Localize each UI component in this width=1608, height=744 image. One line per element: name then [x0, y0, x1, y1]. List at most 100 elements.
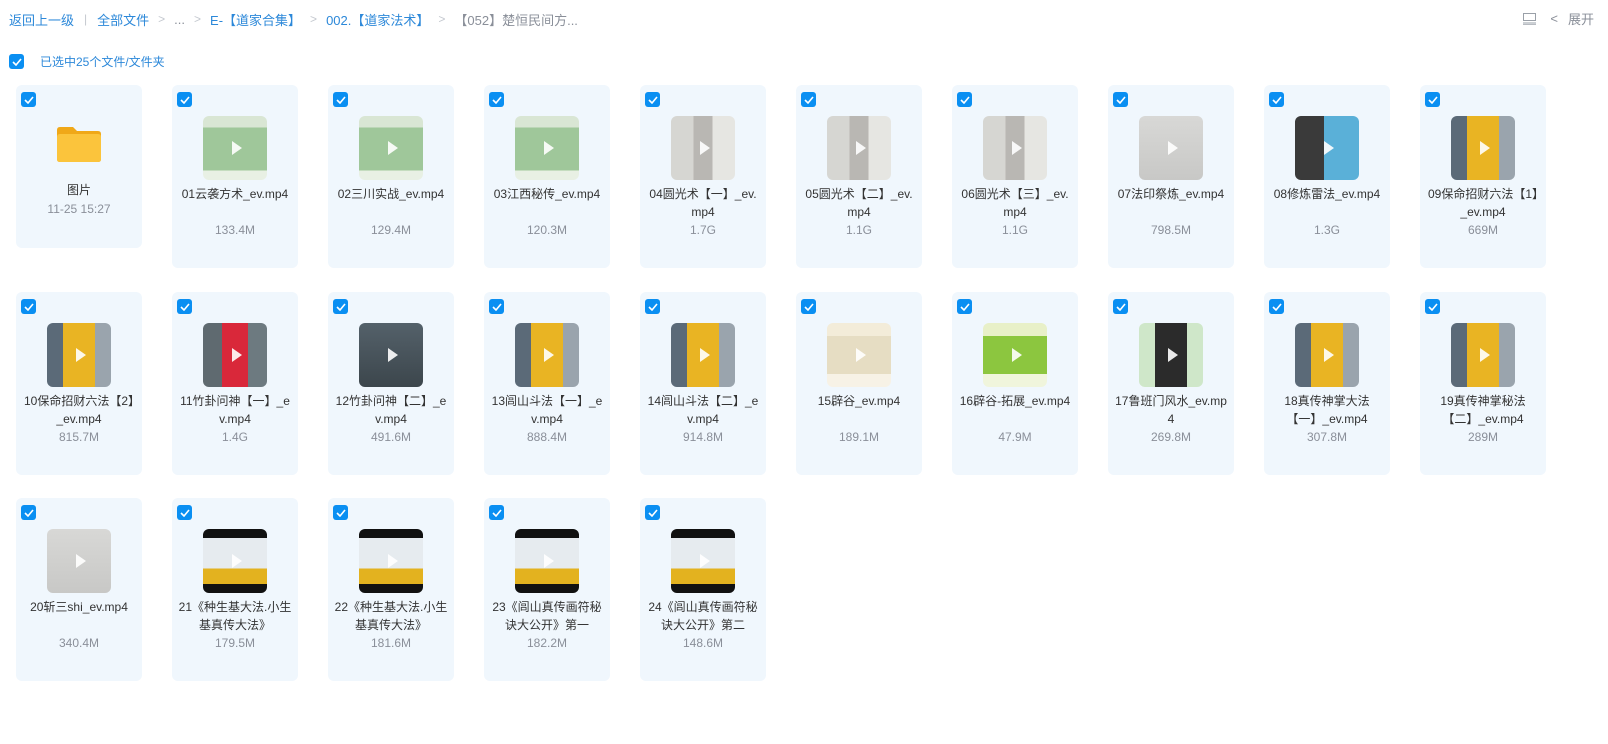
chevron-left-icon[interactable]: <	[1550, 11, 1558, 26]
file-size: 181.6M	[370, 636, 412, 650]
item-checkbox[interactable]	[177, 92, 192, 107]
file-item[interactable]: 22《种生基大法.小生基真传大法》 181.6M	[328, 498, 454, 681]
video-thumbnail	[827, 323, 891, 387]
file-size: 129.4M	[370, 223, 412, 237]
play-icon	[700, 348, 710, 362]
file-item[interactable]: 18真传神掌大法【一】_ev.mp4 307.8M	[1264, 292, 1390, 475]
file-item[interactable]: 09保命招财六法【1】_ev.mp4 669M	[1420, 85, 1546, 268]
item-checkbox[interactable]	[1113, 299, 1128, 314]
file-item[interactable]: 15辟谷_ev.mp4 189.1M	[796, 292, 922, 475]
file-item[interactable]: 24《闾山真传画符秘诀大公开》第二 148.6M	[640, 498, 766, 681]
item-checkbox[interactable]	[1269, 299, 1284, 314]
file-item[interactable]: 08修炼雷法_ev.mp4 1.3G	[1264, 85, 1390, 268]
item-checkbox[interactable]	[21, 299, 36, 314]
file-size: 340.4M	[58, 636, 100, 650]
file-size: 179.5M	[214, 636, 256, 650]
item-checkbox[interactable]	[333, 505, 348, 520]
file-item[interactable]: 03江西秘传_ev.mp4 120.3M	[484, 85, 610, 268]
item-checkbox[interactable]	[21, 505, 36, 520]
file-name: 03江西秘传_ev.mp4	[493, 187, 601, 201]
item-checkbox[interactable]	[801, 92, 816, 107]
file-item[interactable]: 14闾山斗法【二】_ev.mp4 914.8M	[640, 292, 766, 475]
file-name: 图片	[66, 183, 91, 197]
file-name: 10保命招财六法【2】_ev.mp4	[23, 394, 135, 426]
file-item[interactable]: 04圆光术【一】_ev.mp4 1.7G	[640, 85, 766, 268]
play-icon	[1480, 348, 1490, 362]
video-thumbnail	[47, 323, 111, 387]
file-item[interactable]: 19真传神掌秘法【二】_ev.mp4 289M	[1420, 292, 1546, 475]
file-item[interactable]: 12竹卦问神【二】_ev.mp4 491.6M	[328, 292, 454, 475]
back-link[interactable]: 返回上一级	[9, 10, 74, 29]
play-icon	[1012, 141, 1022, 155]
expand-button[interactable]: 展开	[1568, 9, 1594, 28]
item-checkbox[interactable]	[489, 505, 504, 520]
breadcrumb-separator: >	[310, 12, 318, 26]
item-checkbox[interactable]	[1113, 92, 1128, 107]
breadcrumb: 返回上一级 | 全部文件 > ... > E-【道家合集】 > 002.【道家法…	[9, 10, 578, 28]
file-item[interactable]: 06圆光术【三】_ev.mp4 1.1G	[952, 85, 1078, 268]
file-name: 18真传神掌大法【一】_ev.mp4	[1284, 394, 1370, 426]
item-checkbox[interactable]	[333, 299, 348, 314]
item-checkbox[interactable]	[645, 92, 660, 107]
item-checkbox[interactable]	[957, 299, 972, 314]
file-size: 1.4G	[221, 430, 248, 444]
play-icon	[388, 141, 398, 155]
breadcrumb-level1[interactable]: E-【道家合集】	[210, 10, 301, 29]
file-item[interactable]: 21《种生基大法.小生基真传大法》 179.5M	[172, 498, 298, 681]
file-item[interactable]: 20斩三shi_ev.mp4 340.4M	[16, 498, 142, 681]
item-checkbox[interactable]	[645, 505, 660, 520]
item-checkbox[interactable]	[1269, 92, 1284, 107]
video-thumbnail	[1139, 323, 1203, 387]
video-thumbnail	[671, 323, 735, 387]
item-checkbox[interactable]	[1425, 92, 1440, 107]
file-name: 07法印祭炼_ev.mp4	[1117, 187, 1225, 201]
item-checkbox[interactable]	[177, 299, 192, 314]
video-thumbnail	[1451, 323, 1515, 387]
item-checkbox[interactable]	[645, 299, 660, 314]
file-name: 23《闾山真传画符秘诀大公开》第一	[492, 600, 602, 632]
file-size: 1.1G	[1001, 223, 1028, 237]
file-name: 22《种生基大法.小生基真传大法》	[334, 600, 448, 632]
file-item[interactable]: 13闾山斗法【一】_ev.mp4 888.4M	[484, 292, 610, 475]
breadcrumb-separator: >	[158, 12, 166, 26]
play-icon	[544, 554, 554, 568]
file-item[interactable]: 10保命招财六法【2】_ev.mp4 815.7M	[16, 292, 142, 475]
file-name: 21《种生基大法.小生基真传大法》	[178, 600, 292, 632]
play-icon	[388, 348, 398, 362]
video-thumbnail	[671, 529, 735, 593]
file-name: 04圆光术【一】_ev.mp4	[649, 187, 757, 219]
breadcrumb-level2[interactable]: 002.【道家法术】	[326, 10, 429, 29]
breadcrumb-ellipsis[interactable]: ...	[174, 12, 185, 27]
file-item[interactable]: 16辟谷-拓展_ev.mp4 47.9M	[952, 292, 1078, 475]
item-checkbox[interactable]	[21, 92, 36, 107]
file-item[interactable]: 23《闾山真传画符秘诀大公开》第一 182.2M	[484, 498, 610, 681]
breadcrumb-all-files[interactable]: 全部文件	[97, 10, 149, 29]
file-size: 148.6M	[682, 636, 724, 650]
play-icon	[856, 348, 866, 362]
file-item[interactable]: 01云袭方术_ev.mp4 133.4M	[172, 85, 298, 268]
item-checkbox[interactable]	[801, 299, 816, 314]
file-item[interactable]: 02三川实战_ev.mp4 129.4M	[328, 85, 454, 268]
item-checkbox[interactable]	[489, 92, 504, 107]
video-thumbnail	[359, 323, 423, 387]
play-icon	[232, 348, 242, 362]
item-checkbox[interactable]	[489, 299, 504, 314]
file-item[interactable]: 07法印祭炼_ev.mp4 798.5M	[1108, 85, 1234, 268]
play-icon	[1012, 348, 1022, 362]
file-size: 307.8M	[1306, 430, 1348, 444]
file-size: 1.3G	[1313, 223, 1340, 237]
file-size: 120.3M	[526, 223, 568, 237]
file-item[interactable]: 17鲁班门风水_ev.mp4 269.8M	[1108, 292, 1234, 475]
file-name: 20斩三shi_ev.mp4	[30, 600, 128, 614]
top-right-controls: < 展开	[1522, 9, 1594, 28]
item-checkbox[interactable]	[177, 505, 192, 520]
item-checkbox[interactable]	[957, 92, 972, 107]
folder-item[interactable]: 图片 11-25 15:27	[16, 85, 142, 248]
item-checkbox[interactable]	[1425, 299, 1440, 314]
item-checkbox[interactable]	[333, 92, 348, 107]
file-item[interactable]: 11竹卦问神【一】_ev.mp4 1.4G	[172, 292, 298, 475]
layout-icon[interactable]	[1522, 12, 1536, 26]
file-size: 888.4M	[526, 430, 568, 444]
file-item[interactable]: 05圆光术【二】_ev.mp4 1.1G	[796, 85, 922, 268]
select-all-checkbox[interactable]	[9, 54, 24, 69]
